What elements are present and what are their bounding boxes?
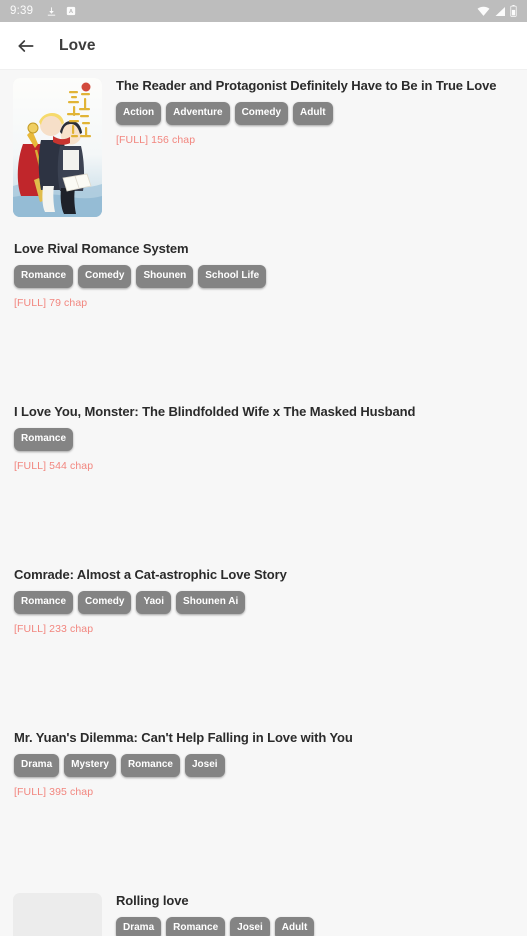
list-item[interactable]: Comrade: Almost a Cat-astrophic Love Sto… — [0, 559, 527, 722]
genre-tag[interactable]: Action — [116, 102, 162, 125]
genre-tag[interactable]: Drama — [116, 917, 162, 936]
list-item-title[interactable]: Mr. Yuan's Dilemma: Can't Help Falling i… — [14, 730, 517, 746]
cover-artwork — [13, 78, 102, 217]
genre-tag[interactable]: Comedy — [78, 265, 132, 288]
list-item-body: Mr. Yuan's Dilemma: Can't Help Falling i… — [14, 730, 517, 798]
genre-tag[interactable]: Adventure — [166, 102, 230, 125]
chapter-status: [FULL] 233 chap — [14, 623, 94, 635]
genre-tag-list: Romance Comedy Shounen School Life — [14, 265, 517, 288]
cover-thumbnail[interactable] — [13, 893, 102, 936]
genre-tag[interactable]: Romance — [14, 591, 74, 614]
genre-tag[interactable]: Mystery — [64, 754, 116, 777]
list-item[interactable]: Rolling love Drama Romance Josei Adult [… — [0, 885, 527, 936]
back-button[interactable] — [13, 33, 39, 59]
genre-tag[interactable]: Josei — [184, 754, 225, 777]
list-item-body: Rolling love Drama Romance Josei Adult [… — [116, 893, 517, 936]
download-icon — [46, 6, 57, 17]
arrow-left-icon — [16, 36, 36, 56]
chapter-status: [FULL] 156 chap — [116, 134, 196, 146]
list-item-body: Comrade: Almost a Cat-astrophic Love Sto… — [14, 567, 517, 635]
genre-tag-list: Romance Comedy Yaoi Shounen Ai — [14, 591, 517, 614]
list-item[interactable]: Mr. Yuan's Dilemma: Can't Help Falling i… — [0, 722, 527, 885]
genre-tag[interactable]: Comedy — [78, 591, 132, 614]
battery-icon — [510, 5, 517, 17]
chapter-status: [FULL] 544 chap — [14, 460, 94, 472]
list-item-body: The Reader and Protagonist Definitely Ha… — [116, 78, 517, 146]
genre-tag[interactable]: Yaoi — [136, 591, 172, 614]
genre-tag[interactable]: Drama — [14, 754, 60, 777]
chapter-status: [FULL] 395 chap — [14, 786, 94, 798]
list-item[interactable]: The Reader and Protagonist Definitely Ha… — [0, 70, 527, 233]
genre-tag[interactable]: Adult — [274, 917, 315, 936]
genre-tag-list: Romance — [14, 428, 517, 451]
list-item-title[interactable]: Love Rival Romance System — [14, 241, 517, 257]
chapter-status: [FULL] 79 chap — [14, 297, 88, 309]
genre-tag[interactable]: Romance — [166, 917, 226, 936]
wifi-icon — [477, 6, 490, 17]
genre-tag-list: Drama Mystery Romance Josei — [14, 754, 517, 777]
genre-tag[interactable]: Romance — [14, 428, 74, 451]
manga-list[interactable]: The Reader and Protagonist Definitely Ha… — [0, 70, 527, 936]
genre-tag[interactable]: Comedy — [234, 102, 289, 125]
list-item-title[interactable]: The Reader and Protagonist Definitely Ha… — [116, 78, 517, 94]
signal-icon — [494, 6, 506, 17]
app-bar: Love — [0, 22, 527, 70]
genre-tag[interactable]: Shounen — [136, 265, 194, 288]
genre-tag[interactable]: Adult — [293, 102, 333, 125]
list-item[interactable]: Love Rival Romance System Romance Comedy… — [0, 233, 527, 396]
list-item-title[interactable]: Comrade: Almost a Cat-astrophic Love Sto… — [14, 567, 517, 583]
genre-tag[interactable]: Shounen Ai — [176, 591, 246, 614]
list-item-body: Love Rival Romance System Romance Comedy… — [14, 241, 517, 309]
list-item-body: I Love You, Monster: The Blindfolded Wif… — [14, 404, 517, 472]
list-item-title[interactable]: Rolling love — [116, 893, 517, 909]
status-bar: 9:39 A — [0, 0, 527, 22]
genre-tag[interactable]: Josei — [230, 917, 270, 936]
page-title: Love — [59, 36, 96, 54]
list-item[interactable]: I Love You, Monster: The Blindfolded Wif… — [0, 396, 527, 559]
genre-tag-list: Drama Romance Josei Adult — [116, 917, 517, 936]
genre-tag[interactable]: Romance — [120, 754, 180, 777]
list-item-title[interactable]: I Love You, Monster: The Blindfolded Wif… — [14, 404, 517, 420]
app-notification-icon: A — [66, 6, 76, 16]
genre-tag-list: Action Adventure Comedy Adult — [116, 102, 517, 125]
genre-tag[interactable]: Romance — [14, 265, 74, 288]
status-bar-left-icons: A — [46, 6, 76, 17]
status-bar-right-icons — [477, 5, 517, 17]
genre-tag[interactable]: School Life — [198, 265, 267, 288]
cover-thumbnail[interactable] — [13, 78, 102, 217]
status-bar-clock: 9:39 — [10, 5, 34, 17]
